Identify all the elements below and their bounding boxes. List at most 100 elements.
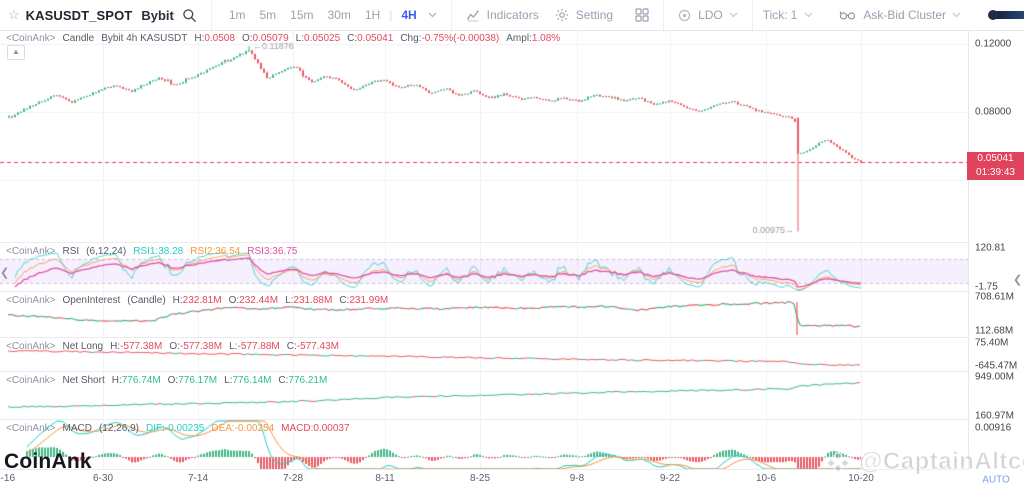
chevron-down-icon[interactable] xyxy=(428,12,437,18)
setting-button[interactable]: Setting xyxy=(576,8,613,22)
time-axis-label: 10-6 xyxy=(755,473,777,484)
scroll-left-handle[interactable]: ❮ xyxy=(0,266,9,279)
legend-source: <CoinAnk> xyxy=(6,423,56,434)
macd-axis-label: 0.00916 xyxy=(975,422,1012,434)
price-axis[interactable]: 0.12000 0.08000 0.05041 01:39:43 120.81 … xyxy=(967,30,1024,470)
macd-legend: <CoinAnk> MACD (12,26,9) DIF:-0.00235 DE… xyxy=(6,423,350,434)
diamond-logo-icon xyxy=(826,450,850,474)
last-price-badge: 0.05041 xyxy=(967,152,1024,166)
time-axis-label: 9-8 xyxy=(569,473,585,484)
oi-axis-label: 708.61M xyxy=(975,291,1014,303)
chart-area: <CoinAnk> Candle Bybit 4h KASUSDT H:0.05… xyxy=(0,30,1024,490)
askbid-cluster-toggle[interactable]: Ask-Bid Cluster xyxy=(863,8,946,22)
legend-name: OpenInterest xyxy=(62,295,121,306)
time-axis-label: 7-28 xyxy=(282,473,304,484)
tick-group: Tick: 1 xyxy=(751,0,818,30)
netlong-axis-label: -645.47M xyxy=(975,360,1018,372)
legend-name: MACD xyxy=(62,423,92,434)
time-axis-label: 7-14 xyxy=(187,473,209,484)
timeframe-30m[interactable]: 30m xyxy=(328,8,351,22)
netshort-axis-label: 160.97M xyxy=(975,410,1014,422)
netshort-axis-label: 949.00M xyxy=(975,371,1014,383)
price-axis-label: 0.08000 xyxy=(975,106,1012,118)
gear-icon[interactable] xyxy=(555,8,569,22)
tick-value[interactable]: 1 xyxy=(791,8,798,22)
price-candlestick-canvas[interactable] xyxy=(0,30,968,243)
legend-source: <CoinAnk> xyxy=(6,33,56,44)
timeframe-1m[interactable]: 1m xyxy=(229,8,246,22)
legend-source: <CoinAnk> xyxy=(6,246,56,257)
legend-params: (6,12,24) xyxy=(86,246,127,257)
panel-separator[interactable] xyxy=(0,337,1024,338)
legend-name: Net Long xyxy=(62,341,104,352)
chevron-down-icon[interactable] xyxy=(952,12,961,18)
time-axis-label: 8-11 xyxy=(375,473,395,484)
favorite-star-icon[interactable]: ☆ xyxy=(8,7,20,23)
symbol-label[interactable]: KASUSDT_SPOT xyxy=(26,8,133,23)
search-icon[interactable] xyxy=(182,8,197,23)
auto-scale-toggle[interactable]: AUTO xyxy=(968,475,1024,486)
legend-source: <CoinAnk> xyxy=(6,295,56,306)
time-axis-label: 8-25 xyxy=(469,473,491,484)
indicators-icon[interactable] xyxy=(466,9,480,22)
dif-value: DIF:-0.00235 xyxy=(145,423,205,434)
legend-params: (Candle) xyxy=(127,295,166,306)
time-axis-label: 6-30 xyxy=(92,473,114,484)
legend-name: Candle xyxy=(62,33,95,44)
rsi3-value: RSI3:36.75 xyxy=(247,246,298,257)
timeframe-5m[interactable]: 5m xyxy=(260,8,277,22)
ldo-selector[interactable]: LDO xyxy=(698,8,723,22)
rsi1-value: RSI1:38.28 xyxy=(133,246,184,257)
price-axis-label: 0.12000 xyxy=(975,38,1012,50)
layout-grid-icon[interactable] xyxy=(635,8,649,22)
panel-separator[interactable] xyxy=(0,371,1024,372)
panel-separator[interactable] xyxy=(0,291,1024,292)
timeframe-4h-selected[interactable]: 4H xyxy=(401,8,416,22)
panel-separator[interactable] xyxy=(0,419,1024,420)
chevron-down-icon[interactable] xyxy=(804,12,813,18)
gradient-min-handle[interactable] xyxy=(988,10,999,20)
exchange-label[interactable]: Bybit xyxy=(141,8,174,23)
time-axis-label: 6-16 xyxy=(0,473,16,484)
heatmap-scale-slider[interactable] xyxy=(988,10,1024,20)
dea-value: DEA:-0.00254 xyxy=(211,423,275,434)
heatmap-gradient-bar[interactable] xyxy=(988,10,1024,20)
collapse-legend-button[interactable]: ▲ xyxy=(7,45,25,60)
legend-params: (12,26,9) xyxy=(98,423,139,434)
coinank-app: ☆ KASUSDT_SPOT Bybit 1m 5m 15m 30m 1H | … xyxy=(0,0,1024,498)
net-long-legend: <CoinAnk> Net Long H:-577.38M O:-577.38M… xyxy=(6,341,339,352)
open-interest-legend: <CoinAnk> OpenInterest (Candle) H:232.81… xyxy=(6,295,389,306)
coinank-watermark: CoinAnk xyxy=(4,450,92,473)
legend-source: <CoinAnk> xyxy=(6,341,56,352)
timeframe-1h[interactable]: 1H xyxy=(365,8,380,22)
topbar: ☆ KASUSDT_SPOT Bybit 1m 5m 15m 30m 1H | … xyxy=(0,0,1024,31)
indicators-button[interactable]: Indicators xyxy=(487,8,539,22)
rsi-axis-label: 120.81 xyxy=(975,242,1006,254)
askbid-group: Ask-Bid Cluster xyxy=(835,0,965,30)
chevron-down-icon[interactable] xyxy=(729,12,738,18)
oi-axis-label: 112.68M xyxy=(975,325,1014,337)
netlong-axis-label: 75.40M xyxy=(975,337,1009,349)
rsi-legend: <CoinAnk> RSI (6,12,24) RSI1:38.28 RSI2:… xyxy=(6,246,297,257)
tick-label: Tick: xyxy=(762,8,788,22)
legend-name: Net Short xyxy=(62,375,105,386)
legend-source: <CoinAnk> xyxy=(6,375,56,386)
macd-value: MACD:0.00037 xyxy=(281,423,350,434)
candle-countdown-badge: 01:39:43 xyxy=(967,166,1024,180)
ldo-group: LDO xyxy=(663,0,742,30)
net-short-legend: <CoinAnk> Net Short H:776.74M O:776.17M … xyxy=(6,375,328,386)
panel-separator[interactable] xyxy=(0,242,1024,243)
timeframe-15m[interactable]: 15m xyxy=(290,8,313,22)
candle-legend: <CoinAnk> Candle Bybit 4h KASUSDT H:0.05… xyxy=(6,33,561,44)
goggles-icon xyxy=(839,9,856,21)
captainaltcoin-watermark: @CaptainAltcoin xyxy=(822,448,1024,476)
watermark-text: @CaptainAltcoin xyxy=(858,448,1024,476)
timeframe-group: 1m 5m 15m 30m 1H | 4H xyxy=(210,0,441,30)
axis-collapse-handle[interactable]: ❮ xyxy=(1013,273,1022,286)
timeframe-divider: | xyxy=(389,8,393,22)
coin-icon xyxy=(678,9,691,22)
rsi2-value: RSI2:36.54 xyxy=(190,246,241,257)
tools-group: Indicators Setting xyxy=(450,0,653,30)
time-axis-label: 9-22 xyxy=(659,473,681,484)
legend-meta: Bybit 4h KASUSDT xyxy=(101,33,188,44)
